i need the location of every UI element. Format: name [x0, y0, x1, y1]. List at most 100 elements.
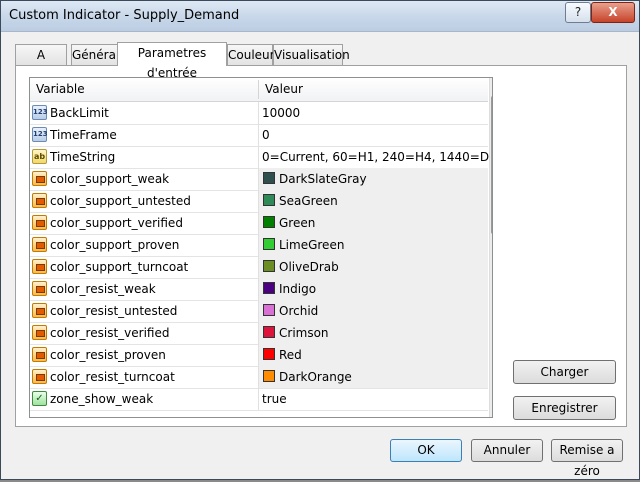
color-swatch[interactable]: [263, 194, 275, 206]
color-swatch[interactable]: [263, 326, 275, 338]
table-row[interactable]: color_resist_weak Indigo: [30, 278, 488, 301]
table-row[interactable]: color_resist_proven Red: [30, 344, 488, 367]
value-cell[interactable]: SeaGreen: [259, 190, 488, 212]
value-text: DarkSlateGray: [279, 172, 367, 186]
variable-name: TimeFrame: [50, 128, 117, 142]
close-button[interactable]: X: [591, 2, 635, 23]
variable-cell[interactable]: color_support_weak: [30, 168, 259, 190]
value-text: Indigo: [279, 282, 317, 296]
value-cell[interactable]: Red: [259, 344, 488, 366]
value-cell[interactable]: Indigo: [259, 278, 488, 300]
tab-parametres[interactable]: Parametres d'entrée: [117, 42, 227, 80]
variable-cell[interactable]: color_support_verified: [30, 212, 259, 234]
table-row[interactable]: color_support_weak DarkSlateGray: [30, 168, 488, 191]
int-icon: 123: [32, 127, 48, 142]
tab-couleur[interactable]: Couleur: [227, 44, 275, 65]
table-row[interactable]: color_support_verified Green: [30, 212, 488, 235]
value-text: 0=Current, 60=H1, 240=H4, 1440=Day, 1008…: [262, 150, 492, 164]
color-swatch[interactable]: [263, 260, 275, 272]
color-swatch[interactable]: [263, 172, 275, 184]
value-cell[interactable]: OliveDrab: [259, 256, 488, 278]
string-icon: ab: [32, 149, 47, 164]
value-text: LimeGreen: [279, 238, 345, 252]
dialog-window: Custom Indicator - Supply_Demand ? X A p…: [0, 0, 640, 480]
scroll-up-icon[interactable]: ▲: [490, 78, 492, 95]
value-cell[interactable]: LimeGreen: [259, 234, 488, 256]
color-swatch[interactable]: [263, 348, 275, 360]
variable-name: zone_show_weak: [50, 392, 154, 406]
ok-button[interactable]: OK: [390, 439, 462, 462]
variable-name: TimeString: [50, 150, 116, 164]
variable-cell[interactable]: 123 TimeFrame: [30, 124, 259, 146]
variable-cell[interactable]: color_resist_weak: [30, 278, 259, 300]
save-button[interactable]: Enregistrer: [513, 396, 616, 420]
value-text: DarkOrange: [279, 370, 352, 384]
cancel-button[interactable]: Annuler: [471, 439, 543, 462]
color-swatch[interactable]: [263, 216, 275, 228]
reset-button[interactable]: Remise a zéro: [551, 439, 623, 478]
table-row[interactable]: color_resist_turncoat DarkOrange: [30, 366, 488, 389]
color-swatch[interactable]: [263, 238, 275, 250]
color-icon: [32, 369, 47, 384]
table-row[interactable]: color_resist_verified Crimson: [30, 322, 488, 345]
table-row[interactable]: ab TimeString 0=Current, 60=H1, 240=H4, 14…: [30, 146, 492, 169]
tab-a-propos[interactable]: A propos: [15, 44, 67, 82]
value-text: 0: [262, 128, 270, 142]
parameters-grid: Variable Valeur 123 BackLimit 10000 123 Time…: [29, 77, 493, 418]
value-text: SeaGreen: [279, 194, 338, 208]
table-row[interactable]: color_support_proven LimeGreen: [30, 234, 488, 257]
table-row[interactable]: 123 BackLimit 10000: [30, 102, 488, 125]
table-row[interactable]: color_resist_untested Orchid: [30, 300, 488, 323]
variable-name: color_resist_turncoat: [50, 370, 175, 384]
variable-cell[interactable]: ✓ zone_show_weak: [30, 388, 259, 410]
tab-visualisation[interactable]: Visualisation: [273, 44, 350, 65]
color-swatch[interactable]: [263, 370, 275, 382]
value-text: Green: [279, 216, 316, 230]
color-icon: [32, 237, 47, 252]
table-row[interactable]: color_support_untested SeaGreen: [30, 190, 488, 213]
variable-name: color_resist_weak: [50, 282, 156, 296]
variable-cell[interactable]: color_resist_proven: [30, 344, 259, 366]
color-icon: [32, 193, 47, 208]
value-cell[interactable]: 10000: [259, 102, 488, 124]
variable-cell[interactable]: ab TimeString: [30, 146, 259, 168]
variable-cell[interactable]: color_resist_turncoat: [30, 366, 259, 388]
table-row[interactable]: 123 TimeFrame 0: [30, 124, 488, 147]
variable-name: color_support_weak: [50, 172, 170, 186]
window-title: Custom Indicator - Supply_Demand: [9, 8, 240, 23]
value-text: OliveDrab: [279, 260, 339, 274]
value-text: Orchid: [279, 304, 319, 318]
scroll-down-icon[interactable]: ▼: [490, 400, 492, 417]
color-swatch[interactable]: [263, 304, 275, 316]
value-cell[interactable]: DarkSlateGray: [259, 168, 488, 190]
value-cell[interactable]: Crimson: [259, 322, 488, 344]
variable-cell[interactable]: color_support_proven: [30, 234, 259, 256]
variable-name: BackLimit: [50, 106, 109, 120]
tab-general[interactable]: Général: [71, 44, 119, 65]
value-cell[interactable]: DarkOrange: [259, 366, 488, 388]
value-cell[interactable]: 0: [259, 124, 488, 146]
title-bar[interactable]: Custom Indicator - Supply_Demand ? X: [1, 1, 639, 32]
value-cell[interactable]: true: [259, 388, 488, 410]
variable-cell[interactable]: color_support_untested: [30, 190, 259, 212]
table-row[interactable]: color_support_turncoat OliveDrab: [30, 256, 488, 279]
color-icon: [32, 347, 47, 362]
color-swatch[interactable]: [263, 282, 275, 294]
variable-cell[interactable]: color_resist_untested: [30, 300, 259, 322]
load-button[interactable]: Charger: [513, 360, 616, 384]
table-row[interactable]: ✓ zone_show_weak true: [30, 388, 488, 411]
value-cell[interactable]: Orchid: [259, 300, 488, 322]
column-header-variable[interactable]: Variable: [36, 82, 85, 96]
value-cell[interactable]: 0=Current, 60=H1, 240=H4, 1440=Day, 1008…: [259, 146, 492, 168]
value-text: true: [262, 392, 287, 406]
help-button[interactable]: ?: [565, 2, 591, 23]
variable-cell[interactable]: color_resist_verified: [30, 322, 259, 344]
variable-cell[interactable]: 123 BackLimit: [30, 102, 259, 124]
column-divider[interactable]: [258, 80, 259, 99]
scroll-thumb[interactable]: ≡: [491, 96, 492, 234]
value-cell[interactable]: Green: [259, 212, 488, 234]
variable-cell[interactable]: color_support_turncoat: [30, 256, 259, 278]
variable-name: color_resist_verified: [50, 326, 170, 340]
grid-scrollbar[interactable]: ▲ ≡ ▼: [489, 78, 492, 417]
column-header-value[interactable]: Valeur: [265, 82, 303, 96]
